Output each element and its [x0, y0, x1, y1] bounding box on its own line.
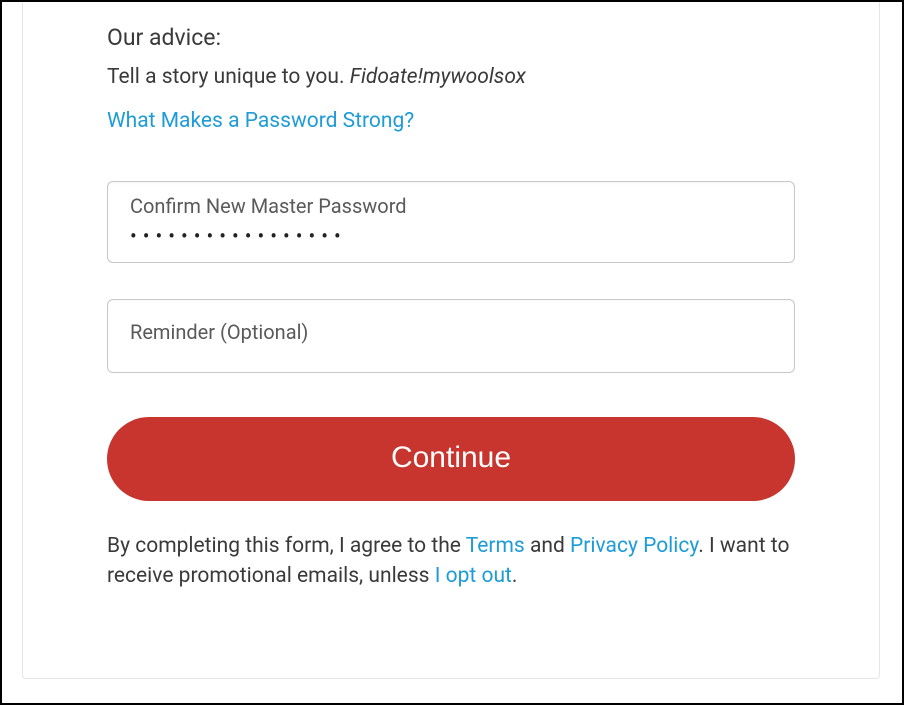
advice-example: Fidoate!mywoolsox	[350, 65, 526, 89]
continue-button[interactable]: Continue	[107, 417, 795, 501]
fields-container: Confirm New Master Password ••••••••••••…	[107, 181, 795, 592]
reminder-field[interactable]: Reminder (Optional)	[107, 299, 795, 373]
legal-text: By completing this form, I agree to the …	[107, 531, 795, 592]
advice-text-prefix: Tell a story unique to you.	[107, 65, 350, 89]
confirm-password-label: Confirm New Master Password	[130, 194, 772, 218]
confirm-password-field[interactable]: Confirm New Master Password ••••••••••••…	[107, 181, 795, 263]
password-strength-link[interactable]: What Makes a Password Strong?	[107, 109, 414, 133]
opt-out-link[interactable]: I opt out	[435, 564, 512, 588]
advice-text: Tell a story unique to you. Fidoate!mywo…	[107, 65, 795, 89]
terms-link[interactable]: Terms	[466, 534, 525, 558]
advice-heading: Our advice:	[107, 24, 795, 51]
legal-and: and	[525, 534, 570, 558]
privacy-link[interactable]: Privacy Policy	[570, 534, 698, 558]
form-panel: Our advice: Tell a story unique to you. …	[22, 2, 880, 679]
legal-suffix: .	[512, 564, 518, 588]
reminder-label: Reminder (Optional)	[130, 320, 772, 344]
legal-prefix: By completing this form, I agree to the	[107, 534, 466, 558]
confirm-password-value: •••••••••••••••••	[130, 224, 772, 248]
